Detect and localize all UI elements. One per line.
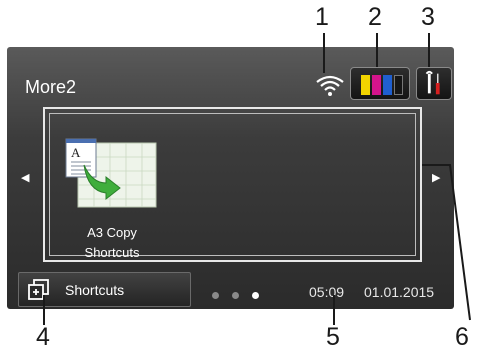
leader-line-6 (422, 164, 471, 321)
